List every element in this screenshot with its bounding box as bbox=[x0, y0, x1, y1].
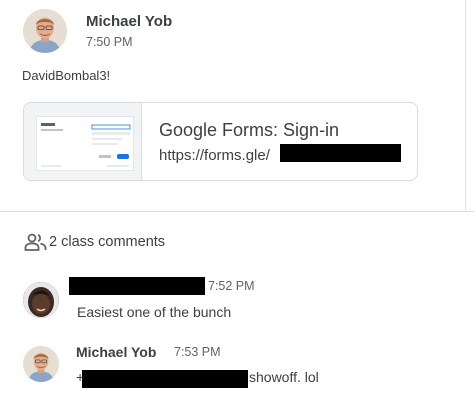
attachment-thumbnail bbox=[24, 103, 142, 180]
form-preview-image bbox=[36, 116, 134, 171]
commenter-name: Michael Yob bbox=[76, 344, 157, 360]
person-photo-icon bbox=[23, 346, 59, 382]
section-divider bbox=[0, 211, 474, 212]
vertical-divider bbox=[465, 0, 466, 210]
comment-text: Easiest one of the bunch bbox=[77, 304, 232, 320]
class-comments-count: 2 class comments bbox=[49, 234, 166, 250]
attachment-card[interactable]: Google Forms: Sign-in https://forms.gle/ bbox=[23, 102, 418, 181]
redaction-bar bbox=[280, 144, 401, 162]
post-author-name: Michael Yob bbox=[86, 13, 173, 30]
comment-timestamp: 7:52 PM bbox=[208, 279, 255, 293]
class-comments-header[interactable]: 2 class comments bbox=[24, 233, 165, 251]
people-icon bbox=[24, 233, 47, 251]
person-photo-icon bbox=[23, 9, 67, 53]
comment-timestamp: 7:53 PM bbox=[174, 345, 221, 359]
comment-text: showoff. lol bbox=[249, 369, 319, 385]
attachment-title[interactable]: Google Forms: Sign-in bbox=[159, 120, 339, 141]
commenter-avatar[interactable] bbox=[23, 282, 59, 318]
post-author-avatar[interactable] bbox=[23, 9, 67, 53]
redaction-bar bbox=[69, 277, 205, 295]
post-timestamp: 7:50 PM bbox=[86, 35, 133, 49]
person-photo-icon bbox=[23, 282, 59, 318]
commenter-avatar[interactable] bbox=[23, 346, 59, 382]
redaction-bar bbox=[82, 370, 248, 388]
post-body-text: DavidBombal3! bbox=[22, 68, 111, 83]
attachment-url[interactable]: https://forms.gle/ bbox=[159, 147, 270, 164]
